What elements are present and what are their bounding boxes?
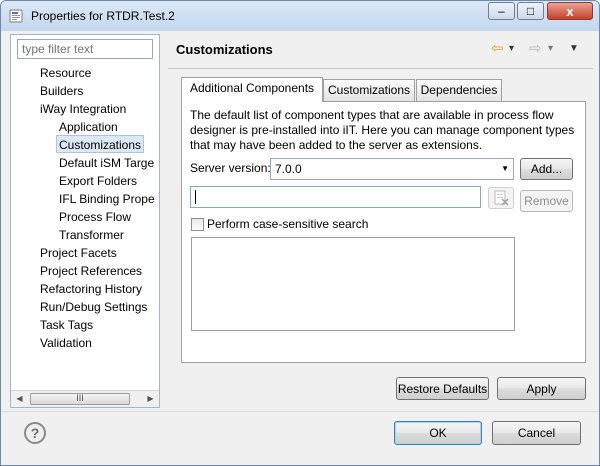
header-separator	[168, 68, 593, 69]
forward-arrow-icon[interactable]: ⇨	[529, 41, 542, 57]
tree-item-export-folders[interactable]: Export Folders	[59, 172, 137, 190]
minimize-icon: –	[498, 4, 505, 18]
add-button[interactable]: Add...	[520, 158, 573, 180]
server-version-label: Server version:	[190, 161, 271, 175]
tree-item-ifl-binding-prope[interactable]: IFL Binding Prope	[59, 190, 155, 208]
tab-customizations[interactable]: Customizations	[323, 79, 415, 101]
forward-menu-icon[interactable]: ▾	[548, 41, 553, 57]
case-sensitive-label[interactable]: Perform case-sensitive search	[207, 217, 368, 231]
tree-item-customizations[interactable]: Customizations	[56, 135, 145, 153]
tree-item-task-tags[interactable]: Task Tags	[40, 316, 93, 334]
view-menu-icon[interactable]: ▼	[569, 41, 579, 57]
tab-dependencies[interactable]: Dependencies	[416, 79, 502, 101]
help-icon[interactable]: ?	[24, 422, 46, 444]
scroll-right-icon[interactable]: ▶	[142, 391, 159, 407]
maximize-icon: □	[526, 4, 535, 18]
scroll-thumb[interactable]: III	[30, 393, 130, 405]
remove-button[interactable]: Remove	[520, 190, 573, 212]
server-version-value: 7.0.0	[275, 162, 302, 176]
properties-tree: Resource Builders iWay Integration Appli…	[11, 63, 159, 387]
page-navigation: ⇦ ▾ ⇨ ▾ ▼	[491, 41, 586, 57]
back-arrow-icon[interactable]: ⇦	[491, 41, 504, 57]
footer-separator	[1, 411, 599, 412]
tree-item-builders[interactable]: Builders	[40, 82, 83, 100]
tree-item-run-debug-settings[interactable]: Run/Debug Settings	[40, 298, 147, 316]
search-input[interactable]	[190, 186, 481, 208]
tab-additional-components[interactable]: Additional Components	[181, 77, 323, 102]
sidebar: Resource Builders iWay Integration Appli…	[10, 34, 160, 408]
components-list[interactable]	[191, 237, 515, 331]
ok-button[interactable]: OK	[394, 421, 482, 445]
text-caret	[195, 190, 196, 204]
panel-description: The default list of component types that…	[190, 108, 575, 152]
tree-item-refactoring-history[interactable]: Refactoring History	[40, 280, 142, 298]
apply-button[interactable]: Apply	[497, 377, 586, 400]
tree-item-iway-integration[interactable]: iWay Integration	[40, 100, 126, 118]
tree-item-project-facets[interactable]: Project Facets	[40, 244, 117, 262]
tree-item-project-references[interactable]: Project References	[40, 262, 142, 280]
clear-search-icon	[494, 190, 509, 206]
restore-defaults-button[interactable]: Restore Defaults	[396, 377, 489, 400]
tree-item-process-flow[interactable]: Process Flow	[59, 208, 131, 226]
back-menu-icon[interactable]: ▾	[509, 41, 514, 57]
server-version-select[interactable]: 7.0.0 ▼	[270, 158, 514, 180]
close-button[interactable]: x	[547, 2, 593, 20]
clear-search-button[interactable]	[488, 187, 514, 209]
maximize-button[interactable]: □	[517, 2, 544, 20]
properties-dialog: Properties for RTDR.Test.2 – □ x Resourc…	[0, 0, 600, 466]
tree-item-validation[interactable]: Validation	[40, 334, 92, 352]
tree-item-resource[interactable]: Resource	[40, 64, 91, 82]
case-sensitive-checkbox[interactable]	[191, 218, 204, 231]
scroll-left-icon[interactable]: ◀	[11, 391, 28, 407]
additional-components-panel: The default list of component types that…	[181, 101, 586, 363]
scroll-grip-icon: III	[76, 393, 84, 403]
sidebar-horizontal-scrollbar[interactable]: ◀ III ▶	[11, 390, 159, 407]
app-icon	[9, 9, 23, 23]
title-bar[interactable]: Properties for RTDR.Test.2 – □ x	[1, 1, 599, 31]
tree-item-transformer[interactable]: Transformer	[59, 226, 124, 244]
page-title: Customizations	[176, 42, 273, 57]
window-title: Properties for RTDR.Test.2	[31, 9, 175, 23]
cancel-button[interactable]: Cancel	[492, 421, 581, 445]
minimize-button[interactable]: –	[488, 2, 515, 20]
chevron-down-icon: ▼	[501, 164, 509, 173]
tree-item-application[interactable]: Application	[59, 118, 118, 136]
close-icon: x	[566, 3, 574, 19]
filter-input[interactable]	[17, 39, 153, 59]
tree-item-default-ism-targe[interactable]: Default iSM Targe	[59, 154, 154, 172]
